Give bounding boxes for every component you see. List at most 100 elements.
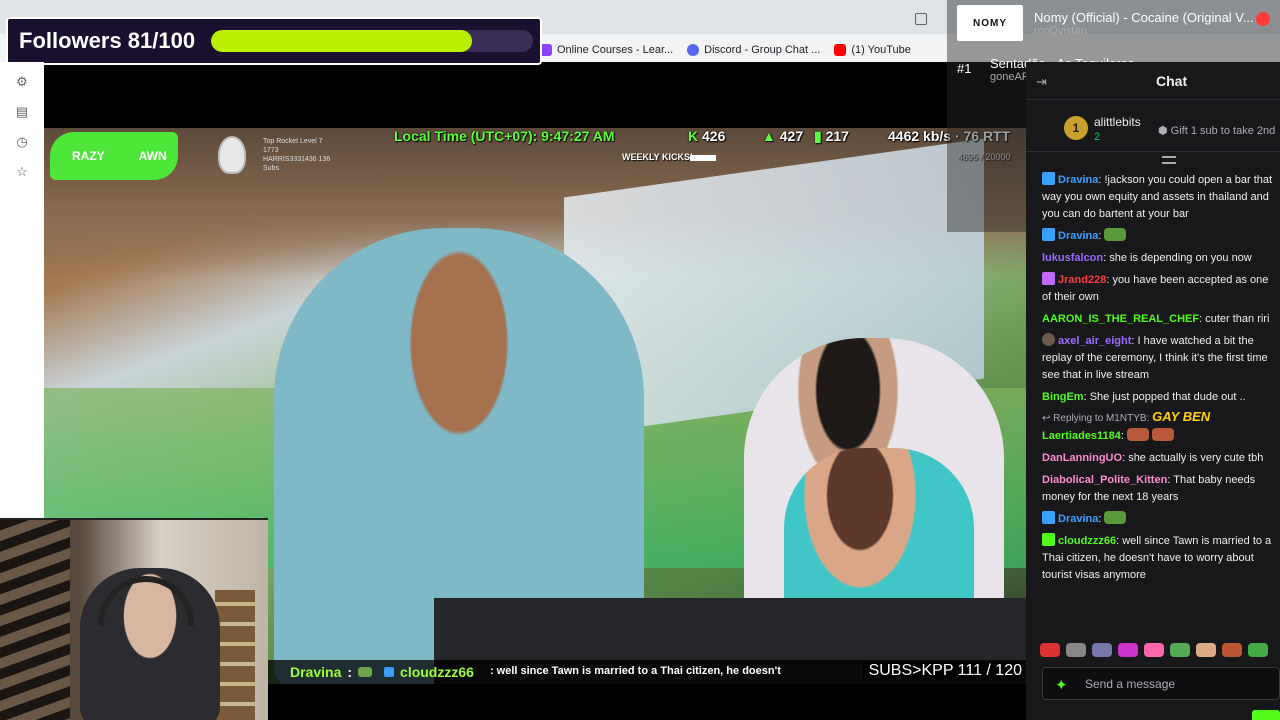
now-playing-artist: moQvistan — [1034, 25, 1087, 37]
pinned-icon[interactable] — [1162, 156, 1176, 164]
history-icon[interactable]: ◷ — [14, 134, 30, 150]
chat-username[interactable]: Dravina — [1058, 174, 1098, 186]
chat-header: ⇥ Chat — [1026, 62, 1280, 100]
chat-username[interactable]: Dravina — [1058, 513, 1098, 525]
badge-icon — [1042, 228, 1055, 241]
bookmark-label: (1) YouTube — [851, 44, 911, 56]
followers-goal-widget: Followers 81/100 — [6, 17, 542, 65]
chat-ticker: Dravina : cloudzzz66 : well since Tawn i… — [268, 660, 1026, 684]
chat-username[interactable]: axel_air_eight — [1058, 335, 1131, 347]
signal-icon: ▮ — [814, 128, 822, 144]
chat-message: Laertiades1184: — [1026, 426, 1280, 448]
badge-icon — [1042, 511, 1055, 524]
now-playing-title: Nomy (Official) - Cocaine (Original V... — [1034, 10, 1254, 25]
emote-icon[interactable] — [1222, 643, 1242, 657]
weekly-kicks-bar — [690, 155, 716, 161]
chat-username[interactable]: AARON_IS_THE_REAL_CHEF — [1042, 313, 1199, 325]
bookmark-discord[interactable]: Discord - Group Chat ... — [687, 44, 820, 56]
reading-list-icon[interactable] — [915, 13, 927, 25]
emote-icon — [1104, 511, 1127, 524]
chat-username[interactable]: lukusfalcon — [1042, 252, 1103, 264]
logo-left-text: RAZY — [72, 149, 105, 163]
screen: Online Courses - Lear... Discord - Group… — [0, 0, 1280, 720]
badge-icon — [1042, 272, 1055, 285]
chat-username[interactable]: Dravina — [1058, 230, 1098, 242]
reply-context[interactable]: ↩ Replying to M1NTYB: GAY BEN — [1026, 409, 1280, 426]
gift-prompt[interactable]: ⬢ Gift 1 sub to take 2nd — [1158, 124, 1275, 137]
ticker-user-1: Dravina — [290, 664, 342, 680]
star-icon[interactable]: ☆ — [14, 164, 30, 180]
chat-username[interactable]: cloudzzz66 — [1058, 535, 1116, 547]
chat-username[interactable]: DanLanningUO — [1042, 452, 1122, 464]
reply-label: Replying to M1NTYB: — [1053, 413, 1150, 424]
settings-icon[interactable]: ⚙ — [14, 74, 30, 90]
sparkle-icon[interactable]: ✦ — [1055, 676, 1068, 694]
chat-username[interactable]: BingEm — [1042, 391, 1084, 403]
rocket-icon — [218, 136, 246, 174]
emote-icon[interactable] — [1118, 643, 1138, 657]
stat-c: ▮ 217 — [814, 128, 849, 150]
emote-icon[interactable] — [1092, 643, 1112, 657]
gift-prompt-text: Gift 1 sub to take 2nd — [1170, 125, 1276, 137]
reply-icon: ↩ — [1042, 413, 1054, 424]
chat-title: Chat — [1156, 73, 1188, 89]
chat-username[interactable]: Laertiades1184 — [1042, 430, 1121, 442]
stat-a: K 426 — [688, 128, 725, 150]
channel-logo-badge: RAZY AWN — [50, 132, 178, 180]
send-message-input[interactable] — [1085, 674, 1265, 694]
emote-icon[interactable] — [1066, 643, 1086, 657]
chat-message: Dravina: — [1026, 509, 1280, 531]
chat-panel: ⇥ Chat 1 alittlebits 2 ⬢ Gift 1 sub to t… — [1026, 62, 1280, 720]
kick-icon: K — [688, 128, 699, 144]
bookmark-label: Online Courses - Lear... — [557, 44, 674, 56]
gifter-count: 2 — [1094, 131, 1101, 143]
bookmark-youtube[interactable]: (1) YouTube — [834, 44, 911, 56]
chat-message: Dravina: !jackson you could open a bar t… — [1042, 172, 1273, 220]
emote-icon[interactable] — [1144, 643, 1164, 657]
youtube-icon — [834, 44, 847, 56]
bookmark-manager-icon[interactable]: ▤ — [14, 104, 30, 120]
chat-message: axel_air_eight: I have watched a bit the… — [1042, 333, 1268, 381]
ticker-user-2: cloudzzz66 — [400, 664, 474, 680]
chat-message: Dravina: — [1026, 226, 1280, 248]
webcam-overlay — [0, 518, 268, 720]
chat-text: cuter than riri — [1205, 313, 1270, 325]
webcam-bookshelf — [215, 590, 255, 720]
stat-b-value: 427 — [779, 128, 804, 144]
gifter-name[interactable]: alittlebits — [1094, 115, 1141, 129]
chat-username[interactable]: Jrand228 — [1058, 274, 1106, 286]
bookmark-label: Discord - Group Chat ... — [704, 44, 821, 56]
bookmark-courses[interactable]: Online Courses - Lear... — [540, 44, 673, 56]
logo-right-text: AWN — [138, 149, 167, 163]
chat-text: she actually is very cute tbh — [1128, 452, 1264, 464]
gifter-rank-medal: 1 — [1064, 116, 1088, 140]
queue-rank: #1 — [957, 61, 972, 76]
local-time: Local Time (UTC+07): 9:47:27 AM — [394, 128, 615, 144]
chat-message: cloudzzz66: well since Tawn is married t… — [1042, 533, 1272, 581]
ticker-message: : well since Tawn is married to a Thai c… — [489, 665, 781, 677]
badge-icon — [1042, 533, 1055, 546]
ticker-separator: : — [347, 664, 353, 680]
emote-icon[interactable] — [1040, 643, 1060, 657]
emote-icon[interactable] — [1196, 643, 1216, 657]
send-message-box[interactable]: ✦ — [1042, 667, 1280, 700]
person-icon: ▲ — [762, 128, 776, 144]
chat-message: BingEm: She just popped that dude out .. — [1042, 391, 1246, 403]
stat-a-value: 426 — [702, 128, 726, 144]
chat-username[interactable]: Diabolical_Polite_Kitten — [1042, 474, 1167, 486]
emote-icon — [1127, 428, 1150, 441]
collapse-chat-icon[interactable]: ⇥ — [1036, 74, 1047, 90]
emote-icon[interactable] — [1248, 643, 1268, 657]
chat-messages: Dravina: !jackson you could open a bar t… — [1026, 170, 1280, 587]
gift-icon: ⬢ — [1158, 125, 1171, 137]
reply-emote-text: GAY BEN — [1152, 409, 1211, 424]
emote-icon[interactable] — [1170, 643, 1190, 657]
chat-message: lukusfalcon: she is depending on you now — [1042, 252, 1252, 264]
chat-message: DanLanningUO: she actually is very cute … — [1042, 452, 1264, 464]
emote-quick-bar — [1040, 640, 1280, 660]
album-art: NOMY — [957, 5, 1023, 41]
chat-message: Jrand228: you have been accepted as one … — [1042, 272, 1269, 303]
emote-icon — [1104, 228, 1127, 241]
followers-progress-track — [211, 30, 533, 52]
chat-send-button[interactable] — [1252, 710, 1280, 720]
